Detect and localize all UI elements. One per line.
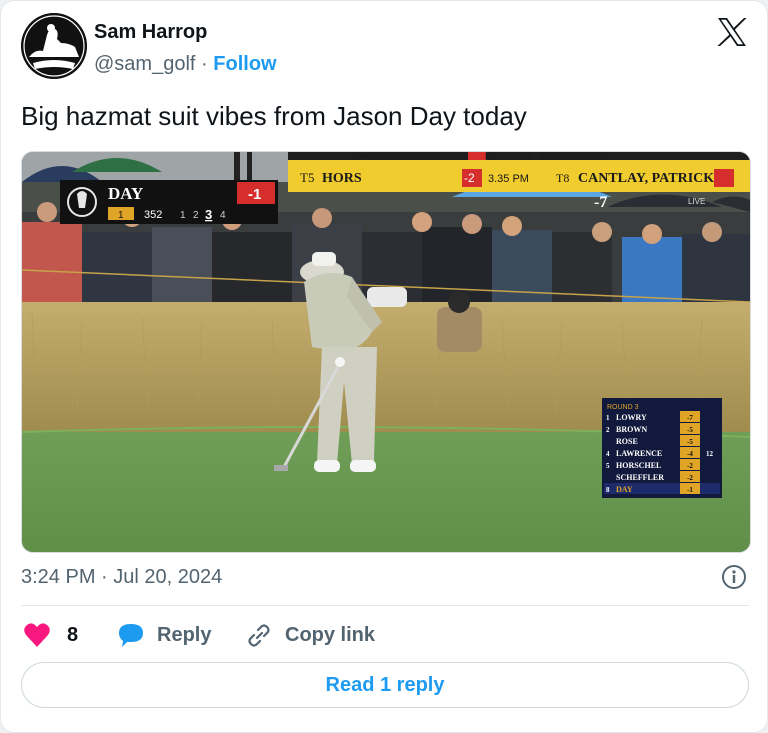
leaderboard-score: -2 [687,474,693,482]
leaderboard-name: DAY [616,485,633,494]
reply-label: Reply [157,623,212,646]
link-icon [248,624,270,647]
leaderboard-score: -7 [687,414,693,422]
divider [21,605,749,606]
leaderboard-thru: 12 [706,450,714,458]
read-replies-button[interactable]: Read 1 reply [21,662,749,708]
board-time: 3.35 PM [488,173,529,185]
follow-button[interactable]: Follow [213,53,276,75]
overlay-shot-4: 4 [220,210,226,221]
avatar-silhouette-icon [21,13,87,79]
board-minus7: -7 [594,194,607,211]
board-t5: T5 [300,170,314,185]
tweet-card: Sam Harrop @sam_golf · Follow Big hazmat… [0,0,768,733]
board-t8: T8 [556,171,569,185]
avatar[interactable] [21,13,87,79]
overlay-player-score: -1 [248,186,261,203]
tweet-timestamp[interactable]: 3:24 PM · Jul 20, 2024 [21,566,222,589]
leaderboard-pos: 1 [606,414,610,422]
leaderboard-pos: 8 [606,486,610,494]
like-button[interactable]: 8 [23,621,78,649]
heart-icon [24,623,50,647]
leaderboard-pos: 4 [606,450,610,458]
leaderboard-name: BROWN [616,425,647,434]
board-row1-num: 12 [484,152,492,161]
copy-link-button[interactable]: Copy link [245,621,375,649]
tweet-text: Big hazmat suit vibes from Jason Day tod… [21,101,527,131]
board-hors: HORS [322,171,362,186]
leaderboard-score: -4 [687,450,693,458]
author-name[interactable]: Sam Harrop [94,21,207,44]
overlay-shot-3: 3 [205,207,212,222]
author-handle[interactable]: @sam_golf [94,53,195,75]
reply-bubble-icon [119,624,143,647]
handle-separator: · [201,53,208,75]
overlay-shot-1: 1 [180,210,186,221]
leaderboard-score: -5 [687,426,693,434]
leaderboard-pos: 5 [606,462,610,470]
golf-scene: LAWRENCE, CHRISTON 12 T8 HENLEY, RUSSELL… [22,152,750,552]
leaderboard-name: HORSCHEL [616,461,661,470]
author-handle-row: @sam_golf · Follow [94,53,277,76]
like-count: 8 [67,623,79,646]
leaderboard-score: -5 [687,438,693,446]
x-logo-icon[interactable] [715,15,749,49]
tweet-media-video[interactable]: LAWRENCE, CHRISTON 12 T8 HENLEY, RUSSELL… [21,151,751,553]
overlay-yards: 352 [144,209,162,221]
leaderboard-title: ROUND 3 [607,404,639,411]
board-row1-name2: HENLEY, RUSSELL [542,152,612,161]
player-overlay: DAY -1 1 352 1 2 3 4 [60,180,278,224]
board-minus2: -2 [464,171,475,185]
leaderboard-name: LAWRENCE [616,449,662,458]
overlay-hole: 1 [118,210,124,221]
leaderboard-name: SCHEFFLER [616,473,664,482]
leaderboard-score: -2 [687,462,693,470]
board-row1-pos: T8 [522,152,531,161]
leaderboard-name: LOWRY [616,413,647,422]
reply-button[interactable]: Reply [117,621,211,649]
camera-operator-lens [367,287,407,307]
overlay-shot-2: 2 [193,210,199,221]
board-row1-name: LAWRENCE, CHRISTON [352,152,440,161]
copy-link-label: Copy link [285,623,376,646]
live-indicator: LIVE [688,197,705,206]
leaderboard-name: ROSE [616,437,638,446]
leaderboard-score: -1 [687,486,693,494]
overlay-player-name: DAY [108,184,143,203]
board-cantlay: CANTLAY, PATRICK [578,171,714,186]
leaderboard-pos: 2 [606,426,610,434]
info-icon[interactable] [721,564,747,590]
